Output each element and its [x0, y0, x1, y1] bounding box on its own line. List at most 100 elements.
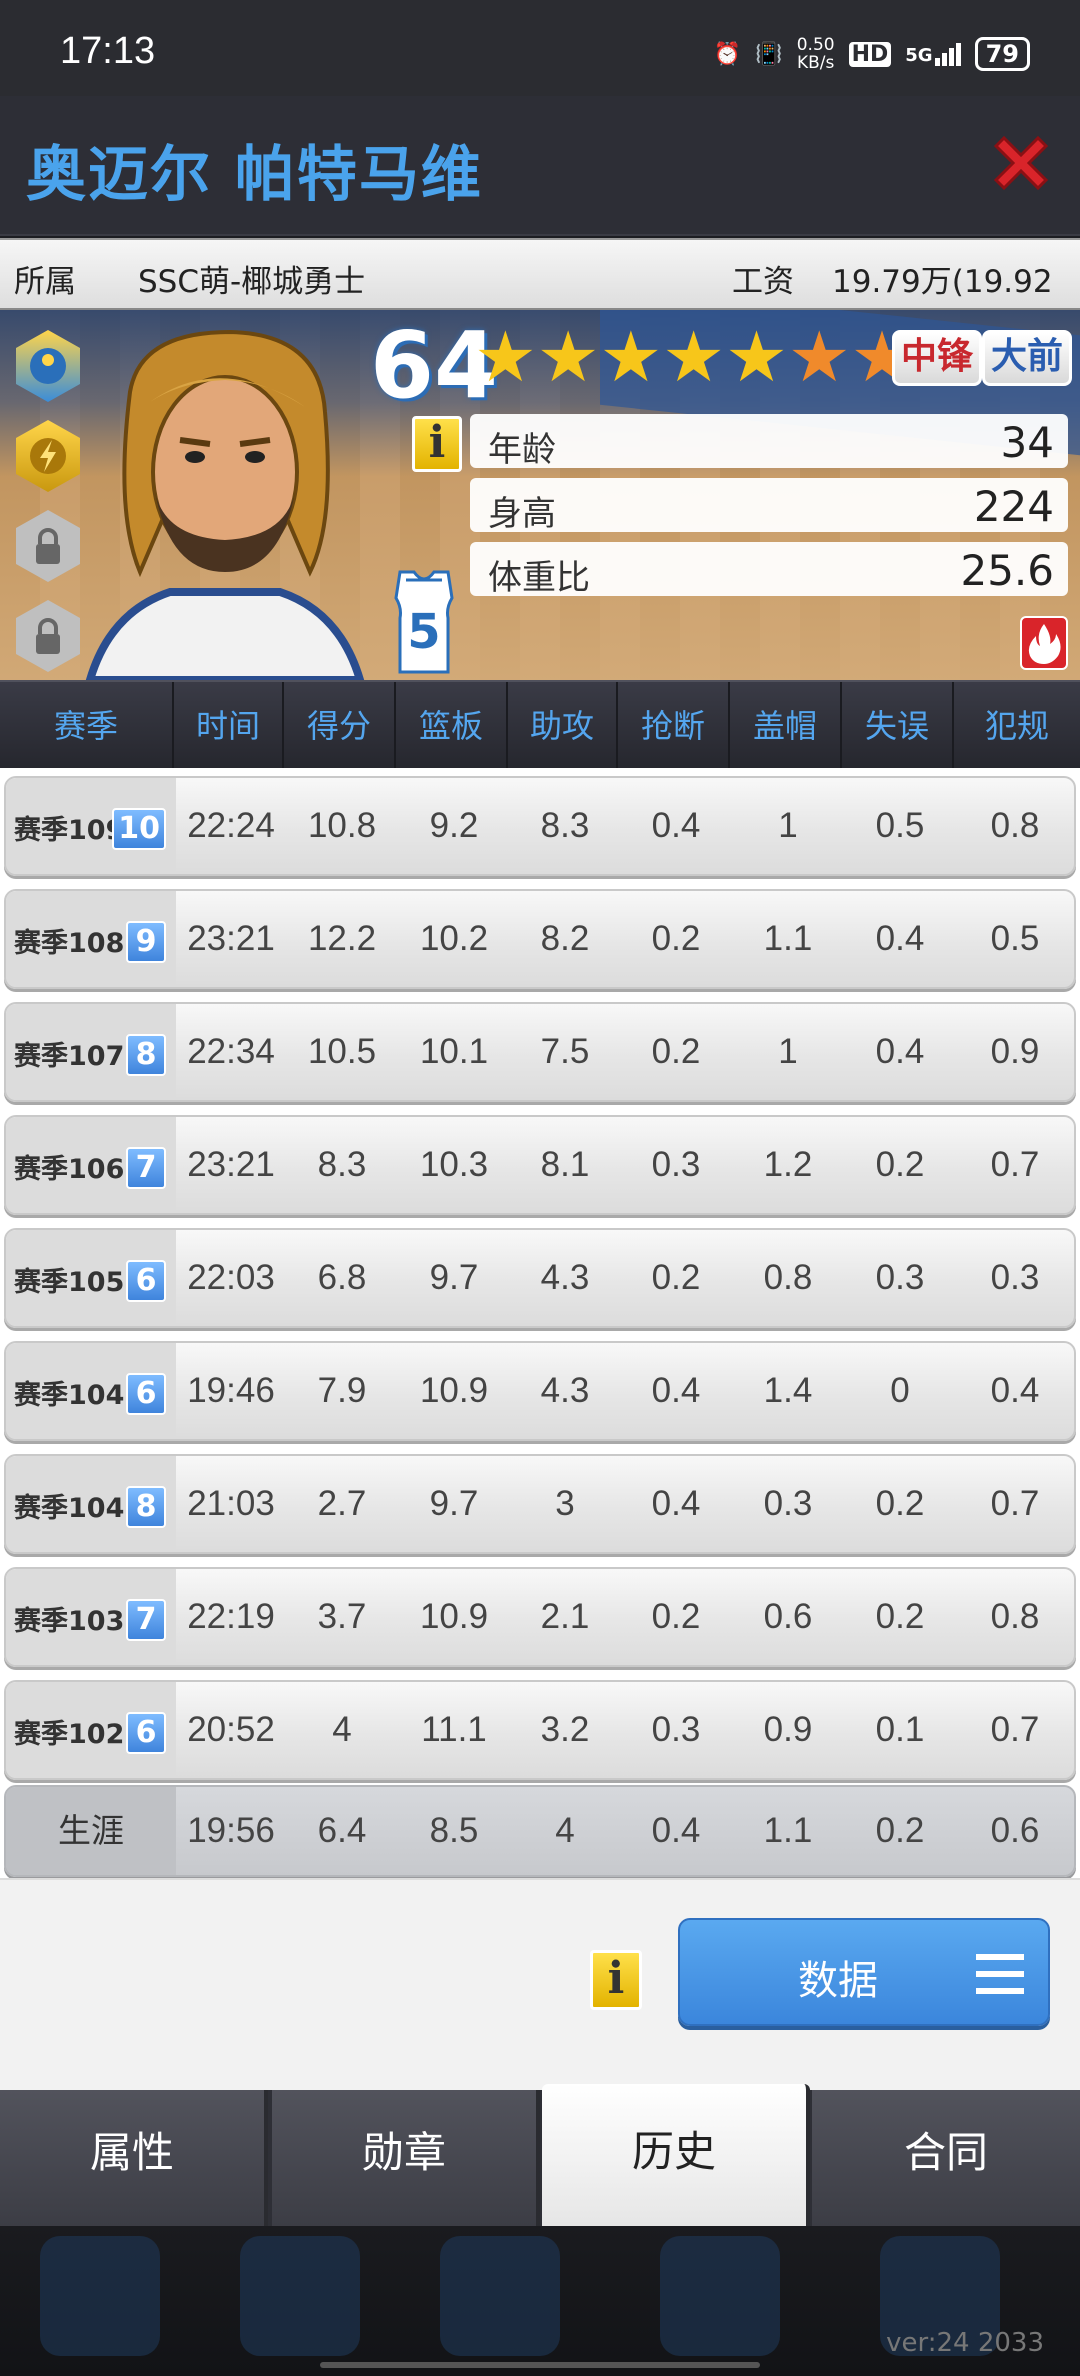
cell-blocks: 0.6 — [763, 1597, 813, 1636]
team-salary-row: 所属 SSC萌-椰城勇士 工资 19.79万(19.92万) — [0, 238, 1080, 345]
season-level-badge: 6 — [126, 1260, 166, 1302]
tab-medals[interactable]: 勋章 — [272, 2090, 540, 2226]
season-row[interactable]: 赛季108 9 23:21 12.2 10.2 8.2 0.2 1.1 0.4 0.5 — [4, 889, 1076, 989]
cell-minutes: 20:52 — [187, 1710, 275, 1749]
cell-minutes: 19:46 — [187, 1371, 275, 1410]
cell-steals: 0.2 — [651, 1258, 701, 1297]
cell-minutes: 22:03 — [187, 1258, 275, 1297]
season-level-badge: 8 — [126, 1034, 166, 1076]
cell-turnovers: 0.3 — [875, 1258, 925, 1297]
menu-icon — [976, 1954, 1024, 1994]
tab-history[interactable]: 历史 — [542, 2084, 810, 2226]
stats-table-header: 赛季 时间 得分 篮板 助攻 抢断 盖帽 失误 犯规 — [0, 680, 1080, 770]
cell-blocks: 1.1 — [763, 919, 813, 958]
cell-turnovers: 0.4 — [875, 1032, 925, 1071]
career-assists: 4 — [555, 1811, 575, 1850]
cell-rebounds: 9.7 — [429, 1258, 479, 1297]
star-full-icon: ★ — [725, 316, 788, 398]
cell-blocks: 0.8 — [763, 1258, 813, 1297]
season-name: 赛季103 — [14, 1606, 125, 1637]
attr-height-row: 身高 224 — [470, 478, 1068, 534]
career-label: 生涯 — [6, 1787, 176, 1875]
cell-blocks: 1.2 — [763, 1145, 813, 1184]
status-bar: 17:13 ⏰ 📳 0.50 KB/s HD 5G 79 — [0, 0, 1080, 96]
cell-assists: 2.1 — [540, 1597, 590, 1636]
attr-weight-ratio-row: 体重比 25.6 — [470, 542, 1068, 598]
season-level-badge: 10 — [112, 808, 166, 850]
season-cell: 赛季109 10 — [6, 778, 176, 874]
cell-minutes: 23:21 — [187, 1145, 275, 1184]
season-cell: 赛季106 7 — [6, 1117, 176, 1213]
vibrate-icon: 📳 — [755, 41, 783, 67]
season-name: 赛季108 — [14, 928, 125, 959]
cell-rebounds: 10.3 — [419, 1145, 489, 1184]
cell-minutes: 21:03 — [187, 1484, 275, 1523]
cell-assists: 3 — [555, 1484, 575, 1523]
player-portrait-icon — [85, 329, 365, 680]
season-name: 赛季104 — [14, 1493, 125, 1524]
cell-turnovers: 0.2 — [875, 1145, 925, 1184]
team-value: SSC萌-椰城勇士 — [138, 264, 366, 300]
stats-info-button[interactable]: i — [590, 1950, 642, 2010]
signal-label: 5G — [905, 44, 933, 66]
position-tag-secondary: 大前 — [982, 330, 1073, 386]
cell-assists: 7.5 — [540, 1032, 590, 1071]
season-row[interactable]: 赛季106 7 23:21 8.3 10.3 8.1 0.3 1.2 0.2 0.7 — [4, 1115, 1076, 1215]
cell-points: 8.3 — [317, 1145, 367, 1184]
tab-contract[interactable]: 合同 — [812, 2090, 1080, 2226]
season-name: 赛季106 — [14, 1154, 125, 1185]
cell-fouls: 0.7 — [990, 1484, 1040, 1523]
cell-rebounds: 10.2 — [419, 919, 489, 958]
attr-info-button[interactable]: i — [412, 416, 462, 472]
cell-turnovers: 0.1 — [875, 1710, 925, 1749]
signal-bars-icon — [934, 42, 961, 66]
nav-ghost-icon — [240, 2236, 360, 2356]
season-row[interactable]: 赛季109 10 22:24 10.8 9.2 8.3 0.4 1 0.5 0.8 — [4, 776, 1076, 876]
season-cell: 赛季103 7 — [6, 1569, 176, 1665]
cell-points: 3.7 — [317, 1597, 367, 1636]
cell-points: 2.7 — [317, 1484, 367, 1523]
attr-label: 身高 — [488, 494, 556, 534]
season-level-badge: 7 — [126, 1599, 166, 1641]
hot-status-button[interactable] — [1020, 616, 1068, 670]
cell-steals: 0.4 — [651, 1371, 701, 1410]
cell-points: 6.8 — [317, 1258, 367, 1297]
cell-fouls: 0.8 — [990, 806, 1040, 845]
season-level-badge: 7 — [126, 1147, 166, 1189]
data-button[interactable]: 数据 — [678, 1918, 1050, 2026]
star-rating: ★ ★ ★ ★ ★ ★ ★ — [474, 322, 913, 392]
cell-minutes: 22:24 — [187, 806, 275, 845]
season-row[interactable]: 赛季104 8 21:03 2.7 9.7 3 0.4 0.3 0.2 0.7 — [4, 1454, 1076, 1554]
season-cell: 赛季102 6 — [6, 1682, 176, 1778]
season-cell: 赛季108 9 — [6, 891, 176, 987]
col-header-steals: 抢断 — [618, 682, 730, 770]
cell-turnovers: 0.2 — [875, 1597, 925, 1636]
season-row[interactable]: 赛季103 7 22:19 3.7 10.9 2.1 0.2 0.6 0.2 0.8 — [4, 1567, 1076, 1667]
career-turnovers: 0.2 — [875, 1811, 925, 1850]
cell-steals: 0.2 — [651, 919, 701, 958]
home-indicator[interactable] — [320, 2362, 760, 2368]
season-row[interactable]: 赛季105 6 22:03 6.8 9.7 4.3 0.2 0.8 0.3 0.3 — [4, 1228, 1076, 1328]
attr-value: 34 — [1000, 418, 1054, 467]
net-speed-value: 0.50 — [796, 35, 835, 55]
player-card: 5 64 ★ ★ ★ ★ ★ ★ ★ 中锋 大前 i 年龄 34 身高 224 … — [0, 310, 1080, 680]
cell-fouls: 0.4 — [990, 1371, 1040, 1410]
season-row[interactable]: 赛季107 8 22:34 10.5 10.1 7.5 0.2 1 0.4 0.9 — [4, 1002, 1076, 1102]
season-cell: 赛季105 6 — [6, 1230, 176, 1326]
season-row[interactable]: 赛季102 6 20:52 4 11.1 3.2 0.3 0.9 0.1 0.7 — [4, 1680, 1076, 1780]
col-header-season: 赛季 — [0, 682, 174, 770]
season-row[interactable]: 赛季104 6 19:46 7.9 10.9 4.3 0.4 1.4 0 0.4 — [4, 1341, 1076, 1441]
dialog-header: 奥迈尔 帕特马维 — [0, 96, 1080, 236]
cell-rebounds: 9.7 — [429, 1484, 479, 1523]
version-label: ver:24 2033 — [886, 2328, 1044, 2358]
cell-assists: 8.1 — [540, 1145, 590, 1184]
cell-fouls: 0.7 — [990, 1710, 1040, 1749]
close-button[interactable] — [988, 130, 1054, 196]
cell-blocks: 1.4 — [763, 1371, 813, 1410]
tab-attributes[interactable]: 属性 — [0, 2090, 268, 2226]
player-name-title: 奥迈尔 帕特马维 — [26, 140, 483, 210]
net-speed: 0.50 KB/s — [797, 36, 835, 72]
season-name: 赛季102 — [14, 1719, 125, 1750]
attr-value: 25.6 — [960, 546, 1054, 595]
attr-value: 224 — [973, 482, 1054, 531]
